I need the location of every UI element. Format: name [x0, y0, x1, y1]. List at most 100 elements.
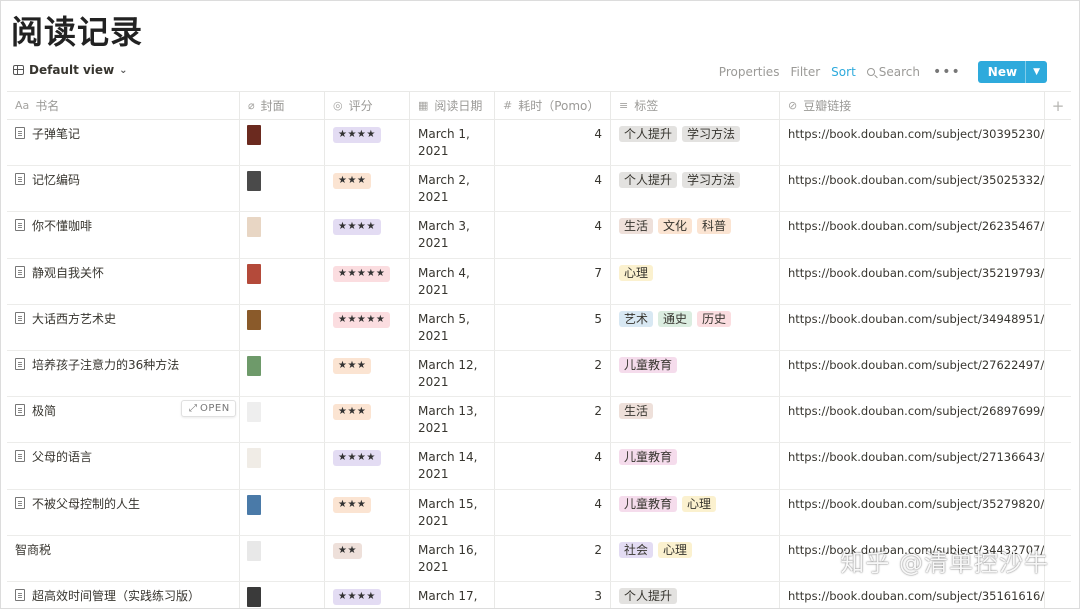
book-title[interactable]: 极简 [32, 403, 56, 419]
tags-cell[interactable]: 儿童教育 心理 [611, 489, 780, 535]
book-title[interactable]: 父母的语言 [32, 449, 92, 465]
douban-link-cell[interactable]: https://book.douban.com/subject/27622497… [780, 350, 1045, 397]
table-row[interactable]: 超高效时间管理（实践练习版） ★★★★ March 17, 2021 3 个人提升 http… [7, 581, 1071, 608]
cover-cell[interactable] [240, 443, 325, 489]
date-cell[interactable]: March 14, 2021 [410, 443, 495, 489]
rating-cell[interactable]: ★★★★★ [325, 258, 410, 304]
douban-link-cell[interactable]: https://book.douban.com/subject/35219793… [780, 258, 1045, 304]
cover-cell[interactable] [240, 535, 325, 581]
rating-cell[interactable]: ★★★ [325, 166, 410, 212]
title-cell[interactable]: 静观自我关怀 [7, 258, 240, 304]
rating-cell[interactable]: ★★★★ [325, 120, 410, 166]
douban-link-cell[interactable]: https://book.douban.com/subject/35025332… [780, 166, 1045, 212]
book-title[interactable]: 大话西方艺术史 [32, 311, 116, 327]
date-cell[interactable]: March 17, 2021 [410, 581, 495, 608]
tags-cell[interactable]: 生活 [611, 397, 780, 443]
column-header-date[interactable]: ▦ 阅读日期 [410, 92, 495, 119]
title-cell[interactable]: 大话西方艺术史 [7, 304, 240, 350]
table-row[interactable]: 静观自我关怀 ★★★★★ March 4, 2021 7 心理 https://book.d… [7, 258, 1071, 305]
filter-button[interactable]: Filter [790, 65, 820, 79]
date-cell[interactable]: March 15, 2021 [410, 489, 495, 535]
book-title[interactable]: 你不懂咖啡 [32, 218, 92, 234]
column-header-cover[interactable]: ⌀ 封面 [240, 92, 325, 119]
table-row[interactable]: 子弹笔记 ★★★★ March 1, 2021 4 个人提升 学习方法 https://boo… [7, 120, 1071, 167]
title-cell[interactable]: 你不懂咖啡 [7, 212, 240, 258]
table-row[interactable]: 你不懂咖啡 ★★★★ March 3, 2021 4 生活 文化 科普 https://book… [7, 212, 1071, 259]
pomo-cell[interactable]: 4 [495, 443, 611, 489]
rating-cell[interactable]: ★★★ [325, 397, 410, 443]
title-cell[interactable]: 子弹笔记 [7, 120, 240, 166]
pomo-cell[interactable]: 2 [495, 397, 611, 443]
pomo-cell[interactable]: 3 [495, 581, 611, 608]
rating-cell[interactable]: ★★★ [325, 350, 410, 397]
table-row[interactable]: 不被父母控制的人生 ★★★ March 15, 2021 4 儿童教育 心理 https://… [7, 489, 1071, 536]
tags-cell[interactable]: 儿童教育 [611, 350, 780, 397]
tags-cell[interactable]: 儿童教育 [611, 443, 780, 489]
table-row[interactable]: 极简 ⤢ OPEN ★★★ March 13, 2021 2 生活 https://book.… [7, 397, 1071, 444]
book-title[interactable]: 静观自我关怀 [32, 265, 104, 281]
pomo-cell[interactable]: 7 [495, 258, 611, 304]
book-title[interactable]: 子弹笔记 [32, 126, 80, 142]
pomo-cell[interactable]: 5 [495, 304, 611, 350]
tags-cell[interactable]: 生活 文化 科普 [611, 212, 780, 258]
column-header-title[interactable]: Aa 书名 [7, 92, 240, 119]
date-cell[interactable]: March 16, 2021 [410, 535, 495, 581]
douban-link-cell[interactable]: https://book.douban.com/subject/26235467… [780, 212, 1045, 258]
douban-link-cell[interactable]: https://book.douban.com/subject/26897699… [780, 397, 1045, 443]
table-row[interactable]: 培养孩子注意力的36种方法 ★★★ March 12, 2021 2 儿童教育 https:… [7, 350, 1071, 398]
pomo-cell[interactable]: 2 [495, 350, 611, 397]
douban-link-cell[interactable]: https://book.douban.com/subject/35161616… [780, 581, 1045, 608]
add-column-icon[interactable]: + [1045, 92, 1071, 119]
search-button[interactable]: Search [866, 65, 920, 79]
date-cell[interactable]: March 2, 2021 [410, 166, 495, 212]
cover-cell[interactable] [240, 304, 325, 350]
date-cell[interactable]: March 5, 2021 [410, 304, 495, 350]
date-cell[interactable]: March 1, 2021 [410, 120, 495, 166]
book-title[interactable]: 不被父母控制的人生 [32, 496, 140, 512]
cover-cell[interactable] [240, 350, 325, 397]
book-title[interactable]: 培养孩子注意力的36种方法 [32, 357, 179, 373]
tags-cell[interactable]: 心理 [611, 258, 780, 304]
rating-cell[interactable]: ★★★ [325, 489, 410, 535]
cover-cell[interactable] [240, 166, 325, 212]
tags-cell[interactable]: 个人提升 学习方法 [611, 166, 780, 212]
cover-cell[interactable] [240, 489, 325, 535]
title-cell[interactable]: 超高效时间管理（实践练习版） [7, 581, 240, 608]
rating-cell[interactable]: ★★★★ [325, 212, 410, 258]
book-title[interactable]: 记忆编码 [32, 172, 80, 188]
pomo-cell[interactable]: 4 [495, 489, 611, 535]
date-cell[interactable]: March 4, 2021 [410, 258, 495, 304]
title-cell[interactable]: 智商税 [7, 535, 240, 581]
table-row[interactable]: 记忆编码 ★★★ March 2, 2021 4 个人提升 学习方法 https://book… [7, 166, 1071, 213]
new-button[interactable]: New [978, 61, 1025, 83]
cover-cell[interactable] [240, 581, 325, 608]
cover-cell[interactable] [240, 397, 325, 443]
pomo-cell[interactable]: 4 [495, 166, 611, 212]
new-dropdown-chevron-icon[interactable]: ▼ [1025, 61, 1047, 83]
date-cell[interactable]: March 13, 2021 [410, 397, 495, 443]
tags-cell[interactable]: 社会 心理 [611, 535, 780, 581]
date-cell[interactable]: March 12, 2021 [410, 350, 495, 397]
rating-cell[interactable]: ★★★★ [325, 443, 410, 489]
cover-cell[interactable] [240, 212, 325, 258]
pomo-cell[interactable]: 4 [495, 212, 611, 258]
douban-link-cell[interactable]: https://book.douban.com/subject/35279820… [780, 489, 1045, 535]
tags-cell[interactable]: 艺术 通史 历史 [611, 304, 780, 350]
pomo-cell[interactable]: 2 [495, 535, 611, 581]
table-row[interactable]: 大话西方艺术史 ★★★★★ March 5, 2021 5 艺术 通史 历史 https://b… [7, 304, 1071, 351]
douban-link-cell[interactable]: https://book.douban.com/subject/30395230… [780, 120, 1045, 166]
table-row[interactable]: 父母的语言 ★★★★ March 14, 2021 4 儿童教育 https://book.… [7, 443, 1071, 490]
view-switcher[interactable]: Default view ⌄ [13, 63, 128, 77]
tags-cell[interactable]: 个人提升 学习方法 [611, 120, 780, 166]
book-title[interactable]: 超高效时间管理（实践练习版） [32, 588, 200, 604]
rating-cell[interactable]: ★★★★ [325, 581, 410, 608]
rating-cell[interactable]: ★★★★★ [325, 304, 410, 350]
title-cell[interactable]: 培养孩子注意力的36种方法 [7, 350, 240, 397]
column-header-rating[interactable]: ◎ 评分 [325, 92, 410, 119]
cover-cell[interactable] [240, 120, 325, 166]
rating-cell[interactable]: ★★ [325, 535, 410, 581]
more-options-icon[interactable]: ••• [933, 64, 961, 80]
pomo-cell[interactable]: 4 [495, 120, 611, 166]
properties-button[interactable]: Properties [719, 65, 780, 79]
column-header-tags[interactable]: ≡ 标签 [611, 92, 780, 119]
